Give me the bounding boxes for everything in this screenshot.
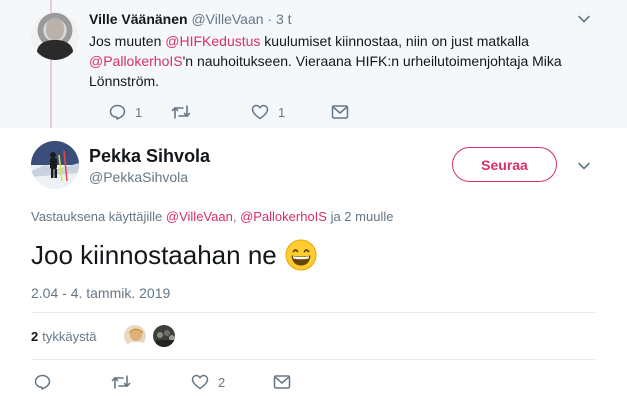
liker-avatar[interactable]	[152, 324, 176, 348]
avatar[interactable]	[31, 141, 79, 189]
likes-label: tykkäystä	[42, 328, 97, 344]
mention-link[interactable]: @VilleVaan	[166, 209, 233, 224]
message-icon	[331, 105, 349, 119]
reply-button[interactable]: 1	[109, 104, 142, 120]
tweet-text-body: Joo kiinnostaahan ne	[31, 240, 277, 270]
likes-count: 2	[31, 328, 39, 344]
likes-summary[interactable]: 2 tykkäystä	[31, 325, 96, 347]
tweet-timestamp[interactable]: 2.04 - 4. tammik. 2019	[31, 285, 170, 301]
like-count: 1	[278, 104, 286, 120]
heart-icon	[251, 104, 269, 120]
separator-dot: ·	[267, 11, 273, 27]
liker-avatar-image	[153, 325, 175, 347]
like-button[interactable]: 2	[191, 374, 225, 390]
retweet-button[interactable]	[171, 104, 200, 120]
divider	[31, 312, 596, 313]
reply-icon	[109, 104, 126, 120]
reply-prefix: Vastauksena käyttäjille	[31, 209, 166, 224]
chevron-down-icon[interactable]	[577, 12, 591, 26]
liker-avatar[interactable]	[123, 324, 147, 348]
liker-avatar-image	[124, 325, 146, 347]
heart-icon	[191, 374, 209, 390]
grinning-emoji-icon	[285, 239, 317, 271]
mention-link[interactable]: @PallokerhoIS	[240, 209, 327, 224]
author-name[interactable]: Ville Väänänen	[89, 11, 188, 27]
tweet-time[interactable]: 3 t	[276, 11, 292, 27]
direct-message-button[interactable]	[331, 104, 349, 120]
chevron-down-icon[interactable]	[577, 159, 591, 173]
reply-button[interactable]	[34, 374, 60, 390]
mention-link[interactable]: @HIFKedustus	[165, 33, 260, 49]
direct-message-button[interactable]	[273, 374, 291, 390]
tweet-text-part: Jos muuten	[89, 33, 166, 49]
mention-link[interactable]: @PallokerhoIS	[89, 53, 183, 69]
author-name[interactable]: Pekka Sihvola	[89, 146, 210, 167]
author-handle[interactable]: @PekkaSihvola	[89, 169, 188, 185]
retweet-icon	[171, 105, 191, 119]
replying-to: Vastauksena käyttäjille @VilleVaan, @Pal…	[31, 209, 393, 224]
follow-button[interactable]: Seuraa	[452, 147, 557, 182]
skier-avatar-image	[31, 141, 79, 189]
parent-tweet-text: Jos muuten @HIFKedustus kuulumiset kiinn…	[89, 31, 589, 91]
reply-count: 1	[135, 104, 143, 120]
retweet-button[interactable]	[111, 374, 140, 390]
avatar-body	[37, 40, 73, 60]
message-icon	[273, 375, 291, 389]
author-handle[interactable]: @VilleVaan	[191, 11, 263, 27]
avatar-head	[46, 18, 64, 40]
tweet-text: Joo kiinnostaahan ne	[31, 238, 317, 272]
reply-icon	[34, 374, 51, 390]
parent-tweet[interactable]: Ville Väänänen @VilleVaan · 3 t Jos muut…	[0, 0, 627, 128]
tweet-text-part: kuulumiset kiinnostaa, niin on just matk…	[260, 33, 529, 49]
avatar[interactable]	[31, 12, 79, 60]
like-count: 2	[218, 374, 226, 390]
reply-separator: ,	[232, 209, 241, 224]
like-button[interactable]: 1	[251, 104, 285, 120]
reply-others[interactable]: ja 2 muulle	[327, 209, 394, 224]
retweet-icon	[111, 375, 131, 389]
parent-tweet-header: Ville Väänänen @VilleVaan · 3 t	[89, 11, 292, 27]
divider	[31, 359, 596, 360]
